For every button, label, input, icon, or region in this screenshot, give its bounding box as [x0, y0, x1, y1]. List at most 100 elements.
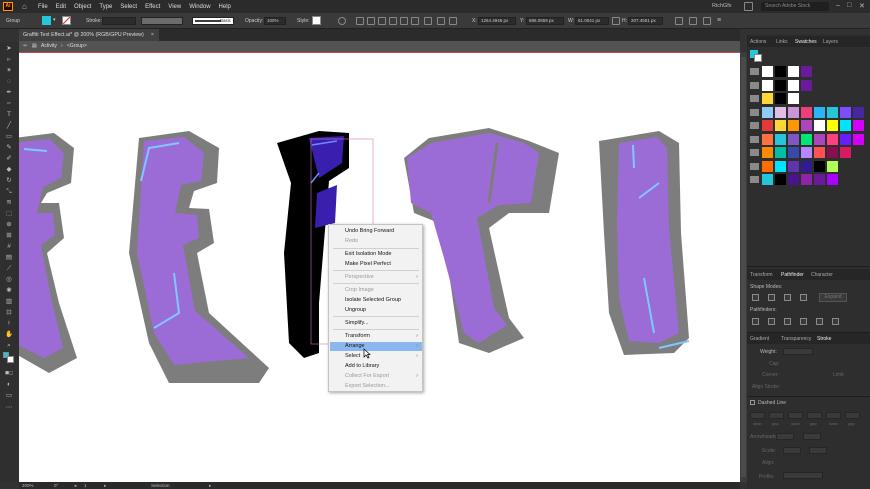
shape-icon[interactable] [675, 17, 683, 25]
user-name[interactable]: RichGfx [712, 3, 732, 9]
link-proportions-icon[interactable] [612, 17, 620, 25]
stroke-weight-input[interactable] [783, 348, 813, 355]
color-swatch[interactable] [788, 133, 799, 145]
dash-field-1[interactable] [750, 412, 765, 419]
status-menu-icon[interactable]: ▸ [209, 483, 211, 489]
scroll-thumb[interactable] [741, 57, 746, 477]
tab-stroke[interactable]: Stroke [817, 336, 831, 342]
swatch-folder-icon[interactable] [750, 68, 759, 75]
menu-item-add-to-library[interactable]: Add to Library [330, 362, 422, 371]
tab-actions[interactable]: Actions [750, 39, 766, 45]
menu-view[interactable]: View [168, 4, 181, 10]
color-swatch[interactable] [762, 79, 773, 91]
type-tool-icon[interactable]: T [5, 111, 13, 118]
crop-icon[interactable] [800, 318, 807, 325]
tab-transform[interactable]: Transform [750, 272, 773, 278]
color-swatch[interactable] [827, 133, 838, 145]
fill-swatch[interactable] [42, 16, 51, 25]
menu-window[interactable]: Window [189, 4, 210, 10]
color-swatch[interactable] [801, 160, 812, 172]
scale-end-field[interactable] [809, 447, 827, 454]
curvature-tool-icon[interactable]: ∽ [5, 100, 13, 107]
swatch-folder-icon[interactable] [750, 95, 759, 102]
tab-character[interactable]: Character [811, 272, 833, 278]
menu-item-simplify[interactable]: Simplify... [330, 319, 422, 328]
menu-select[interactable]: Select [120, 4, 137, 10]
rotation-value[interactable]: 0° [54, 483, 58, 488]
scale-tool-icon[interactable]: ⤡ [5, 188, 13, 195]
swatch-folder-icon[interactable] [750, 122, 759, 129]
color-swatch[interactable] [801, 133, 812, 145]
tab-pathfinder[interactable]: Pathfinder [781, 272, 804, 278]
reference-point-icon[interactable] [449, 17, 457, 25]
stroke-swatch[interactable] [62, 16, 71, 25]
align-top-icon[interactable] [389, 17, 397, 25]
color-modes-icon[interactable]: ◼◻ [5, 370, 13, 377]
align-right-icon[interactable] [378, 17, 386, 25]
graphic-style-swatch[interactable] [312, 16, 321, 25]
gradient-tool-icon[interactable]: ▤ [5, 254, 13, 261]
color-swatch[interactable] [762, 106, 773, 118]
align-center-icon[interactable] [367, 17, 375, 25]
column-graph-tool-icon[interactable]: ▥ [5, 298, 13, 305]
graffiti-letter-t[interactable] [404, 128, 559, 353]
artboard-number[interactable]: 1 [84, 483, 87, 488]
color-swatch[interactable] [814, 174, 825, 185]
menu-item-transform[interactable]: Transform › [330, 332, 422, 341]
height-field[interactable]: 207.4551 px [628, 17, 663, 25]
color-swatch[interactable] [775, 174, 786, 185]
swatch-folder-icon[interactable] [750, 108, 759, 116]
eraser-tool-icon[interactable]: ◆ [5, 166, 13, 173]
close-icon[interactable]: ✕ [859, 2, 865, 10]
arrowhead-start-select[interactable] [776, 433, 794, 440]
graffiti-letter-f1[interactable] [19, 133, 77, 373]
color-swatch[interactable] [788, 120, 799, 131]
isolate-group-icon[interactable] [689, 17, 697, 25]
selection-tool-icon[interactable]: ➤ [5, 45, 13, 52]
color-swatch[interactable] [788, 106, 799, 118]
color-swatch[interactable] [762, 133, 773, 145]
tab-gradient[interactable]: Gradient [750, 336, 769, 342]
color-swatch[interactable] [827, 147, 838, 158]
draw-mode-icon[interactable]: ◐ [5, 381, 13, 388]
menu-effect[interactable]: Effect [145, 4, 160, 10]
paintbrush-tool-icon[interactable]: ✎ [5, 144, 13, 151]
artboard-tool-icon[interactable]: ⊡ [5, 309, 13, 316]
color-swatch[interactable] [762, 174, 773, 185]
gap-field-1[interactable] [769, 412, 784, 419]
free-transform-tool-icon[interactable]: ⬚ [5, 210, 13, 217]
graffiti-letter-i-last[interactable] [599, 131, 690, 355]
align-icon[interactable] [356, 17, 364, 25]
color-swatch[interactable] [775, 79, 786, 91]
variable-width-profile[interactable] [141, 17, 183, 25]
stroke-weight-field[interactable] [102, 17, 136, 25]
symbol-sprayer-tool-icon[interactable]: ✺ [5, 287, 13, 294]
color-swatch[interactable] [762, 93, 773, 104]
minus-front-icon[interactable] [768, 294, 775, 301]
graffiti-letter-f2[interactable] [129, 131, 269, 383]
edit-toolbar-icon[interactable]: ⋯ [5, 404, 13, 411]
stroke-color-icon[interactable] [7, 356, 14, 363]
profile-select[interactable] [783, 472, 823, 479]
prev-artboard-icon[interactable]: ◂ [74, 483, 76, 489]
tab-layers[interactable]: Layers [823, 39, 838, 45]
menu-file[interactable]: File [38, 4, 48, 10]
divide-icon[interactable] [752, 318, 759, 325]
swatch-folder-icon[interactable] [750, 176, 759, 183]
swatch-folder-icon[interactable] [750, 135, 759, 143]
color-swatch[interactable] [788, 160, 799, 172]
minus-back-icon[interactable] [832, 318, 839, 325]
blend-tool-icon[interactable]: ◎ [5, 276, 13, 283]
home-icon[interactable]: ⌂ [22, 2, 30, 11]
color-swatch[interactable] [827, 160, 838, 172]
color-swatch[interactable] [788, 174, 799, 185]
color-swatch[interactable] [762, 147, 773, 158]
x-field[interactable]: 1264.4946 px [478, 17, 516, 25]
swatch-folder-icon[interactable] [750, 81, 759, 89]
color-swatch[interactable] [775, 147, 786, 158]
color-swatch[interactable] [840, 133, 851, 145]
width-tool-icon[interactable]: ≋ [5, 199, 13, 206]
color-swatch[interactable] [775, 106, 786, 118]
color-swatch[interactable] [853, 106, 864, 118]
lasso-tool-icon[interactable]: ◌ [5, 78, 13, 85]
